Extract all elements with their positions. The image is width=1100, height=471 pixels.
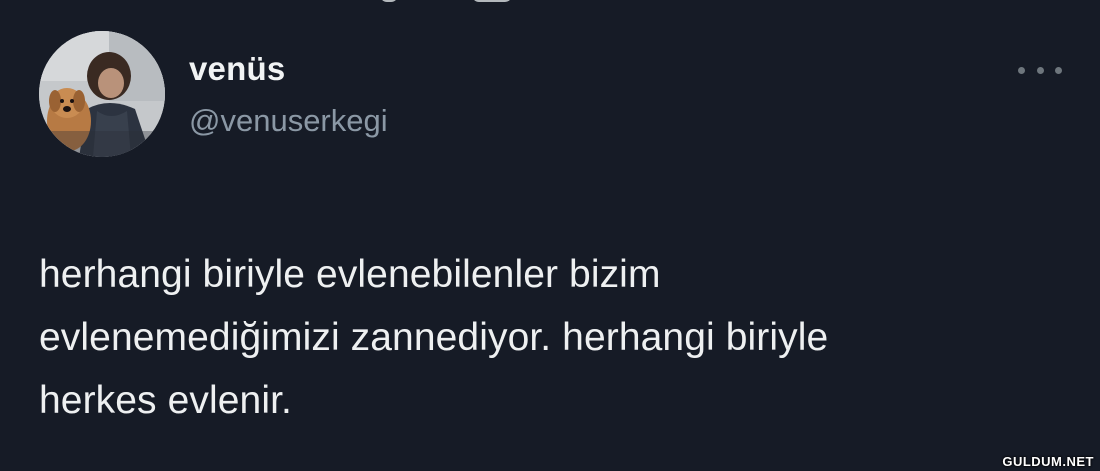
dot bbox=[1055, 66, 1062, 74]
avatar[interactable] bbox=[39, 31, 165, 157]
user-handle[interactable]: @venuserkegi bbox=[189, 103, 388, 139]
cropped-previous-content bbox=[380, 0, 530, 6]
more-options-icon[interactable] bbox=[1018, 60, 1062, 80]
tweet-text-line: herhangi biriyle evlenebilenler bizim bbox=[39, 253, 661, 296]
display-name[interactable]: venüs bbox=[189, 50, 285, 88]
profile-photo-icon bbox=[39, 31, 165, 157]
tweet-text-line: evlenemediğimizi zannediyor. herhangi bi… bbox=[39, 316, 829, 359]
tweet-text-line: herkes evlenir. bbox=[39, 379, 292, 422]
tweet-card: venüs @venuserkegi herhangi biriyle evle… bbox=[0, 0, 1100, 471]
watermark: GULDUM.NET bbox=[1002, 454, 1094, 469]
dot bbox=[1036, 66, 1044, 74]
dot bbox=[1018, 66, 1025, 74]
tweet-text: herhangi biriyle evlenebilenler bizim ev… bbox=[39, 243, 1069, 432]
